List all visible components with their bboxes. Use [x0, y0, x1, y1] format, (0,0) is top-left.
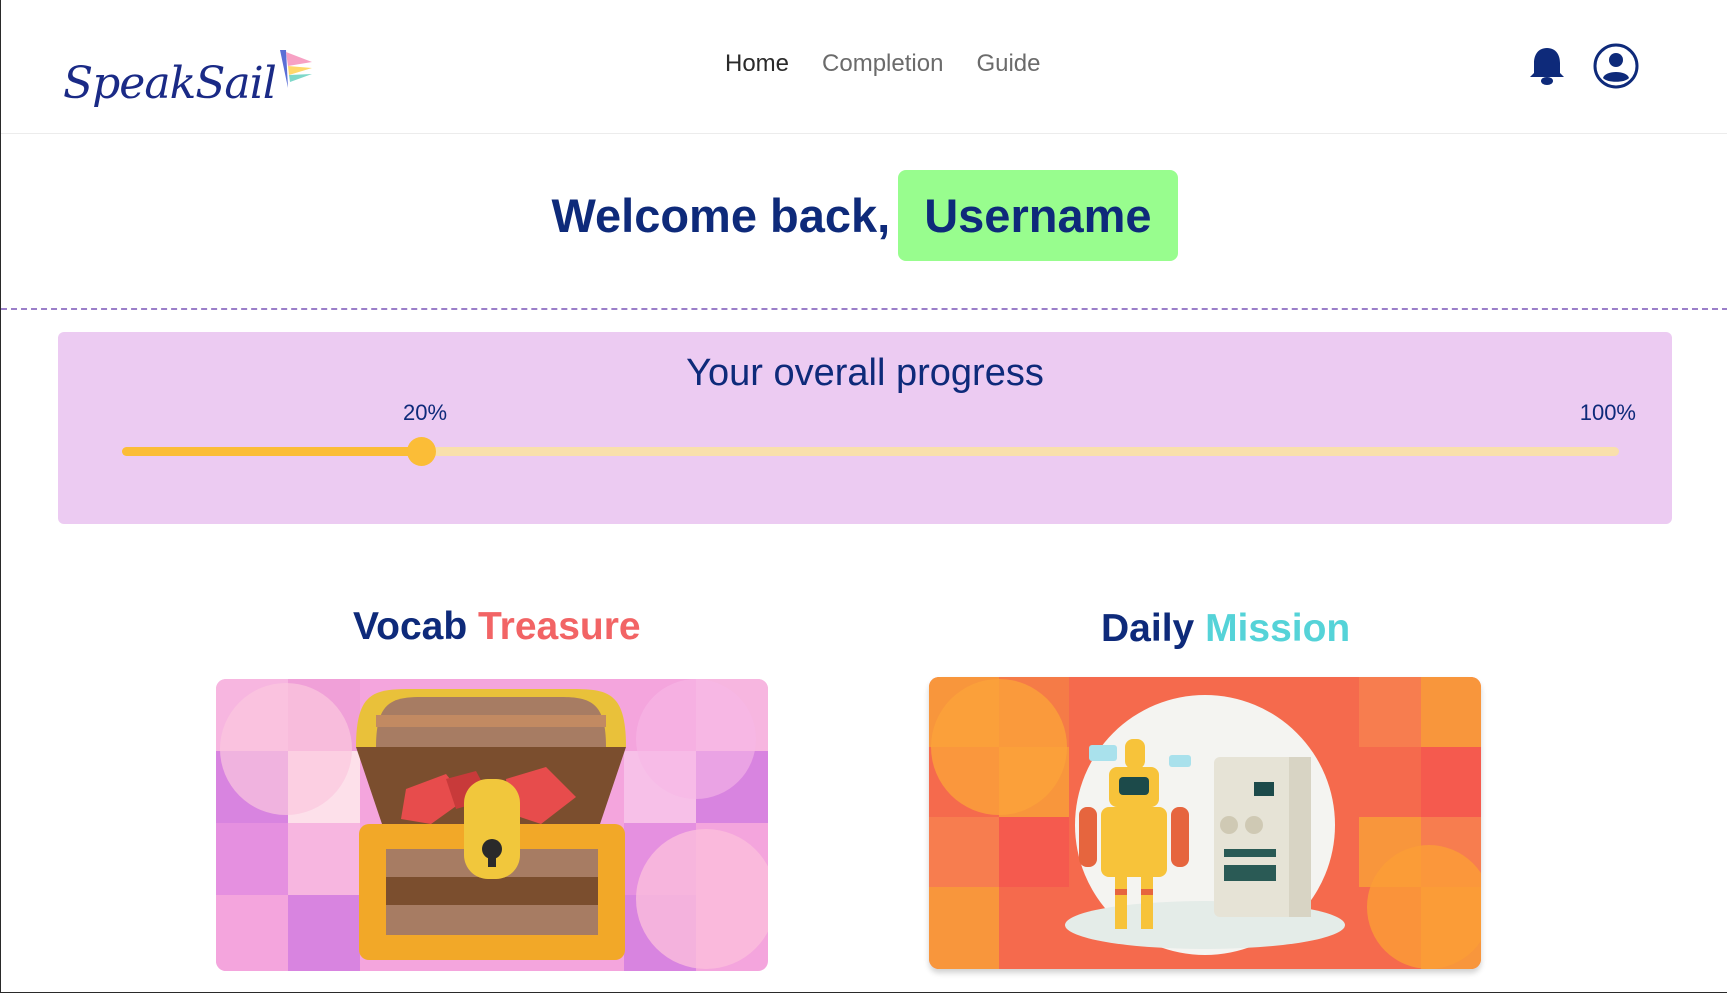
bell-icon[interactable]: [1528, 46, 1566, 86]
progress-track: [122, 437, 1619, 466]
logo-text: SpeakSail: [63, 58, 277, 109]
progress-title: Your overall progress: [686, 352, 1044, 394]
welcome-greeting: Welcome back,: [551, 189, 891, 242]
vocab-title-part1: Vocab: [353, 605, 468, 648]
vocab-treasure-title: Vocab Treasure: [353, 605, 641, 649]
speaksail-logo[interactable]: SpeakSail: [63, 36, 314, 106]
dashed-divider: [1, 308, 1727, 310]
robot-mission-card[interactable]: [929, 677, 1481, 969]
progress-fill: [122, 447, 422, 456]
account-circle-icon[interactable]: [1592, 42, 1640, 90]
rainbow-sail-icon: [279, 50, 312, 88]
vocab-title-part2: Treasure: [478, 605, 641, 648]
welcome-banner: Welcome back, Username: [1, 170, 1727, 261]
progress-thumb: [407, 437, 437, 466]
nav-completion[interactable]: Completion: [822, 50, 943, 78]
main-nav: Home Completion Guide: [725, 50, 1040, 78]
treasure-chest-card[interactable]: [216, 679, 768, 971]
daily-mission-title: Daily Mission: [1101, 607, 1350, 651]
progress-max-label: 100%: [1579, 400, 1636, 425]
nav-home[interactable]: Home: [725, 50, 789, 78]
username-badge: Username: [898, 170, 1178, 261]
mission-title-part2: Mission: [1205, 607, 1351, 650]
top-header: SpeakSail Home Completion Guide: [1, 0, 1727, 134]
nav-guide[interactable]: Guide: [976, 50, 1040, 78]
progress-card: Your overall progress 20% 100%: [58, 332, 1672, 524]
progress-current-label: 20%: [403, 400, 448, 425]
mission-title-part1: Daily: [1101, 607, 1195, 650]
